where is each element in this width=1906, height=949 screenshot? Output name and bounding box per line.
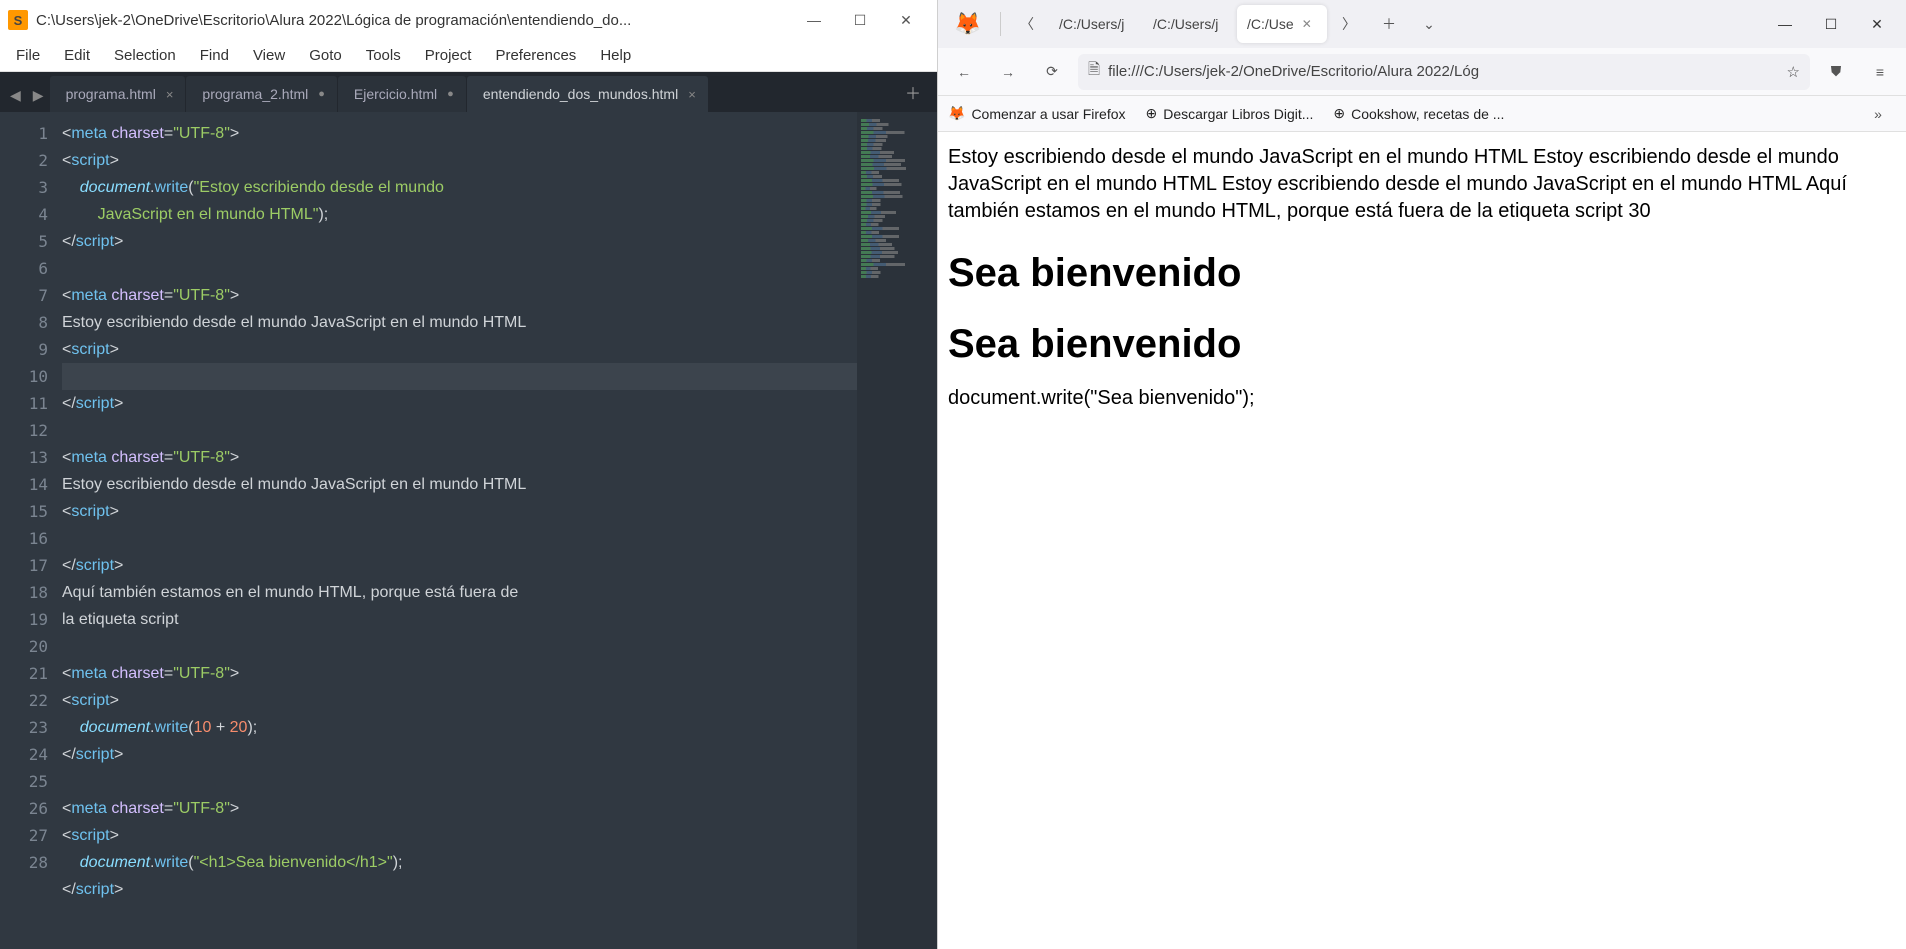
- file-icon: 🗎: [1088, 59, 1100, 84]
- pocket-icon[interactable]: ⛊: [1818, 54, 1854, 90]
- minimap[interactable]: [857, 112, 937, 949]
- line-gutter: 1234567891011121314151617181920212223242…: [0, 112, 62, 949]
- firefox-window: 🦊 〈 /C:/Users/j /C:/Users/j /C:/Use✕ 〉 ＋…: [937, 0, 1906, 949]
- dirty-icon: ●: [447, 88, 454, 100]
- sublime-titlebar[interactable]: S C:\Users\jek-2\OneDrive\Escritorio\Alu…: [0, 0, 937, 40]
- tab-scroll-left-icon[interactable]: 〈: [1009, 6, 1045, 42]
- menu-tools[interactable]: Tools: [354, 43, 413, 68]
- menu-selection[interactable]: Selection: [102, 43, 188, 68]
- new-tab-button[interactable]: ＋: [893, 72, 933, 112]
- sublime-window: S C:\Users\jek-2\OneDrive\Escritorio\Alu…: [0, 0, 937, 949]
- new-tab-button[interactable]: ＋: [1371, 6, 1407, 42]
- menu-help[interactable]: Help: [588, 43, 643, 68]
- maximize-button[interactable]: ☐: [837, 0, 883, 40]
- sublime-tabbar: ◀ ▶ programa.html× programa_2.html● Ejer…: [0, 72, 937, 112]
- close-icon[interactable]: ✕: [1302, 17, 1312, 31]
- tab-list-dropdown-icon[interactable]: ⌄: [1411, 6, 1447, 42]
- page-script-text: document.write("Sea bienvenido");: [948, 385, 1896, 412]
- maximize-button[interactable]: ☐: [1808, 4, 1854, 44]
- sublime-menubar: File Edit Selection Find View Goto Tools…: [0, 40, 937, 72]
- url-bar[interactable]: 🗎 file:///C:/Users/jek-2/OneDrive/Escrit…: [1078, 54, 1810, 90]
- firefox-icon: 🦊: [948, 105, 965, 122]
- reload-button[interactable]: ⟳: [1034, 54, 1070, 90]
- bookmark-item[interactable]: ⊕Descargar Libros Digit...: [1146, 105, 1314, 122]
- forward-button[interactable]: →: [990, 54, 1026, 90]
- firefox-toolbar: ← → ⟳ 🗎 file:///C:/Users/jek-2/OneDrive/…: [938, 48, 1906, 96]
- tab-programa2[interactable]: programa_2.html●: [186, 76, 336, 112]
- sublime-app-icon: S: [8, 10, 28, 30]
- menu-button[interactable]: ≡: [1862, 54, 1898, 90]
- firefox-logo-icon: 🦊: [944, 0, 992, 48]
- page-heading: Sea bienvenido: [948, 251, 1896, 296]
- close-button[interactable]: ✕: [883, 0, 929, 40]
- bookmarks-bar: 🦊Comenzar a usar Firefox ⊕Descargar Libr…: [938, 96, 1906, 132]
- browser-tab-active[interactable]: /C:/Use✕: [1237, 5, 1327, 43]
- page-heading: Sea bienvenido: [948, 322, 1896, 367]
- close-button[interactable]: ✕: [1854, 4, 1900, 44]
- minimize-button[interactable]: —: [791, 0, 837, 40]
- menu-file[interactable]: File: [4, 43, 52, 68]
- tab-ejercicio[interactable]: Ejercicio.html●: [338, 76, 466, 112]
- menu-project[interactable]: Project: [413, 43, 484, 68]
- page-paragraph: Estoy escribiendo desde el mundo JavaScr…: [948, 144, 1896, 225]
- close-icon[interactable]: ×: [166, 87, 174, 102]
- menu-find[interactable]: Find: [188, 43, 241, 68]
- menu-preferences[interactable]: Preferences: [483, 43, 588, 68]
- url-text: file:///C:/Users/jek-2/OneDrive/Escritor…: [1108, 63, 1479, 80]
- menu-view[interactable]: View: [241, 43, 297, 68]
- back-button[interactable]: ←: [946, 54, 982, 90]
- globe-icon: ⊕: [1146, 105, 1158, 122]
- firefox-tabbar: 🦊 〈 /C:/Users/j /C:/Users/j /C:/Use✕ 〉 ＋…: [938, 0, 1906, 48]
- tab-nav-right-icon[interactable]: ▶: [27, 87, 50, 112]
- close-icon[interactable]: ×: [688, 87, 696, 102]
- minimize-button[interactable]: —: [1762, 4, 1808, 44]
- bookmark-item[interactable]: ⊕Cookshow, recetas de ...: [1333, 105, 1504, 122]
- menu-goto[interactable]: Goto: [297, 43, 354, 68]
- editor-body: 1234567891011121314151617181920212223242…: [0, 112, 937, 949]
- tab-nav-left-icon[interactable]: ◀: [4, 87, 27, 112]
- overflow-icon[interactable]: »: [1860, 96, 1896, 132]
- tab-programa[interactable]: programa.html×: [50, 76, 186, 112]
- menu-edit[interactable]: Edit: [52, 43, 102, 68]
- bookmark-item[interactable]: 🦊Comenzar a usar Firefox: [948, 105, 1126, 122]
- code-area[interactable]: <meta charset="UTF-8"> <script> document…: [62, 112, 857, 949]
- globe-icon: ⊕: [1333, 105, 1345, 122]
- bookmark-star-icon[interactable]: ☆: [1787, 63, 1800, 81]
- sublime-title-text: C:\Users\jek-2\OneDrive\Escritorio\Alura…: [36, 12, 791, 29]
- browser-tab[interactable]: /C:/Users/j: [1143, 5, 1233, 43]
- tab-scroll-right-icon[interactable]: 〉: [1331, 6, 1367, 42]
- dirty-icon: ●: [318, 88, 325, 100]
- page-content: Estoy escribiendo desde el mundo JavaScr…: [938, 132, 1906, 949]
- browser-tab[interactable]: /C:/Users/j: [1049, 5, 1139, 43]
- tab-entendiendo[interactable]: entendiendo_dos_mundos.html×: [467, 76, 708, 112]
